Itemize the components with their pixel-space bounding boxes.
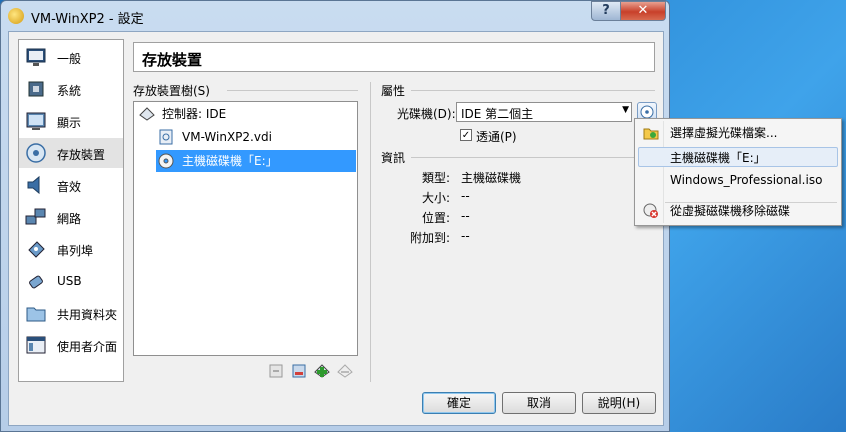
sidebar-item-audio[interactable]: 音效 bbox=[19, 170, 123, 200]
title-bar[interactable]: VM-WinXP2 - 設定 ? ✕ bbox=[1, 1, 669, 31]
usb-icon bbox=[29, 275, 43, 289]
ui-icon bbox=[26, 336, 46, 354]
tree-item-hard-disk[interactable]: VM-WinXP2.vdi bbox=[156, 126, 356, 148]
info-value-size: -- bbox=[461, 189, 470, 203]
menu-item-label: 從虛擬磁碟機移除磁碟 bbox=[670, 204, 791, 218]
add-hard-disk-icon[interactable] bbox=[291, 363, 307, 379]
menu-item-remove-disc[interactable]: 從虛擬磁碟機移除磁碟 bbox=[638, 201, 838, 221]
sidebar-item-label: 顯示 bbox=[57, 116, 82, 130]
panel-divider bbox=[370, 82, 371, 382]
info-label-type: 類型: bbox=[421, 171, 450, 185]
passthrough-label: 透通(P) bbox=[476, 130, 517, 144]
monitor-icon bbox=[26, 48, 46, 66]
help-dialog-button[interactable]: 說明(H) bbox=[582, 392, 656, 414]
passthrough-checkbox[interactable]: ✓ bbox=[460, 129, 472, 141]
menu-item-label: 選擇虛擬光碟檔案... bbox=[670, 126, 778, 140]
optical-drive-label: 光碟機(D): bbox=[397, 107, 456, 121]
menu-item-choose-disc[interactable]: 選擇虛擬光碟檔案... bbox=[638, 123, 838, 143]
add-controller-icon[interactable] bbox=[314, 363, 330, 379]
sidebar-item-label: 使用者介面 bbox=[57, 340, 118, 354]
help-button[interactable]: ? bbox=[591, 1, 621, 21]
menu-item-host-drive[interactable]: 主機磁碟機「E:」 bbox=[638, 147, 838, 167]
choose-disc-icon bbox=[643, 128, 659, 140]
divider bbox=[411, 157, 637, 158]
info-header: 資訊 bbox=[381, 151, 406, 165]
sidebar-item-label: 系統 bbox=[57, 84, 82, 98]
sidebar-item-label: 網路 bbox=[57, 212, 82, 226]
sidebar-item-label: 一般 bbox=[57, 52, 82, 66]
info-value-type: 主機磁碟機 bbox=[461, 171, 522, 185]
sidebar-item-label: 存放裝置 bbox=[57, 148, 106, 162]
storage-icon bbox=[26, 143, 46, 163]
divider bbox=[227, 90, 358, 91]
tree-item-controller[interactable]: 控制器: IDE bbox=[136, 103, 356, 125]
window-title: VM-WinXP2 - 設定 bbox=[31, 12, 144, 27]
serial-port-icon bbox=[28, 241, 45, 258]
info-value-attached-to: -- bbox=[461, 229, 470, 243]
settings-window: VM-WinXP2 - 設定 ? ✕ 一般 系統 顯示 存放裝置 音效 網路 串… bbox=[0, 0, 670, 432]
tree-item-label: VM-WinXP2.vdi bbox=[182, 130, 272, 144]
storage-tree-header: 存放裝置樹(S) bbox=[133, 84, 210, 98]
sidebar-item-label: 共用資料夾 bbox=[57, 308, 118, 322]
optical-disc-icon bbox=[158, 153, 174, 169]
page-title: 存放裝置 bbox=[133, 42, 655, 72]
sidebar-item-label: 音效 bbox=[57, 180, 82, 194]
sidebar-item-usb[interactable]: USB bbox=[19, 266, 123, 296]
storage-tree[interactable]: 控制器: IDE VM-WinXP2.vdi 主機磁碟機「E:」 bbox=[133, 101, 358, 356]
chip-icon bbox=[28, 81, 44, 97]
sidebar-item-shared-folders[interactable]: 共用資料夾 bbox=[19, 298, 123, 328]
sidebar-item-label: USB bbox=[57, 274, 82, 288]
remove-attachment-icon[interactable] bbox=[268, 363, 284, 379]
chevron-down-icon: ▼ bbox=[622, 105, 629, 115]
settings-sidebar: 一般 系統 顯示 存放裝置 音效 網路 串列埠 USB 共用資料夾 使用者介面 bbox=[18, 39, 124, 382]
remove-controller-icon[interactable] bbox=[337, 363, 353, 379]
menu-item-label: Windows_Professional.iso bbox=[670, 173, 823, 187]
optical-drive-value: IDE 第二個主 bbox=[461, 107, 534, 121]
network-icon bbox=[25, 208, 46, 225]
attributes-header: 屬性 bbox=[381, 84, 406, 98]
info-label-attached-to: 附加到: bbox=[409, 231, 450, 245]
sidebar-item-general[interactable]: 一般 bbox=[19, 42, 123, 72]
tree-item-label: 主機磁碟機「E:」 bbox=[182, 154, 278, 168]
info-label-size: 大小: bbox=[421, 191, 450, 205]
cancel-button[interactable]: 取消 bbox=[502, 392, 576, 414]
optical-drive-select[interactable]: IDE 第二個主 ▼ bbox=[456, 102, 632, 122]
sidebar-item-storage[interactable]: 存放裝置 bbox=[19, 138, 123, 168]
menu-item-iso[interactable]: Windows_Professional.iso bbox=[638, 170, 838, 190]
tree-item-optical-drive[interactable]: 主機磁碟機「E:」 bbox=[156, 150, 356, 172]
folder-icon bbox=[26, 307, 46, 322]
ide-controller-icon bbox=[139, 107, 155, 121]
speaker-icon bbox=[27, 175, 40, 195]
sidebar-item-display[interactable]: 顯示 bbox=[19, 106, 123, 136]
info-label-location: 位置: bbox=[421, 211, 450, 225]
divider bbox=[411, 90, 655, 91]
sidebar-item-label: 串列埠 bbox=[57, 244, 94, 258]
app-icon bbox=[8, 8, 24, 24]
sidebar-item-user-interface[interactable]: 使用者介面 bbox=[19, 330, 123, 360]
close-button[interactable]: ✕ bbox=[620, 1, 666, 21]
sidebar-item-system[interactable]: 系統 bbox=[19, 74, 123, 104]
menu-item-label: 主機磁碟機「E:」 bbox=[670, 151, 766, 165]
optical-disc-icon bbox=[640, 105, 654, 119]
ok-button[interactable]: 確定 bbox=[422, 392, 496, 414]
sidebar-item-serial-port[interactable]: 串列埠 bbox=[19, 234, 123, 264]
hard-disk-icon bbox=[159, 129, 173, 145]
sidebar-item-network[interactable]: 網路 bbox=[19, 202, 123, 232]
controller-label: 控制器: IDE bbox=[162, 107, 227, 121]
remove-disc-icon bbox=[643, 203, 658, 218]
display-icon bbox=[26, 112, 46, 130]
disc-context-menu: 選擇虛擬光碟檔案... 主機磁碟機「E:」 Windows_Profession… bbox=[634, 118, 842, 226]
info-value-location: -- bbox=[461, 209, 470, 223]
dialog-body: 一般 系統 顯示 存放裝置 音效 網路 串列埠 USB 共用資料夾 使用者介面 … bbox=[8, 31, 664, 426]
